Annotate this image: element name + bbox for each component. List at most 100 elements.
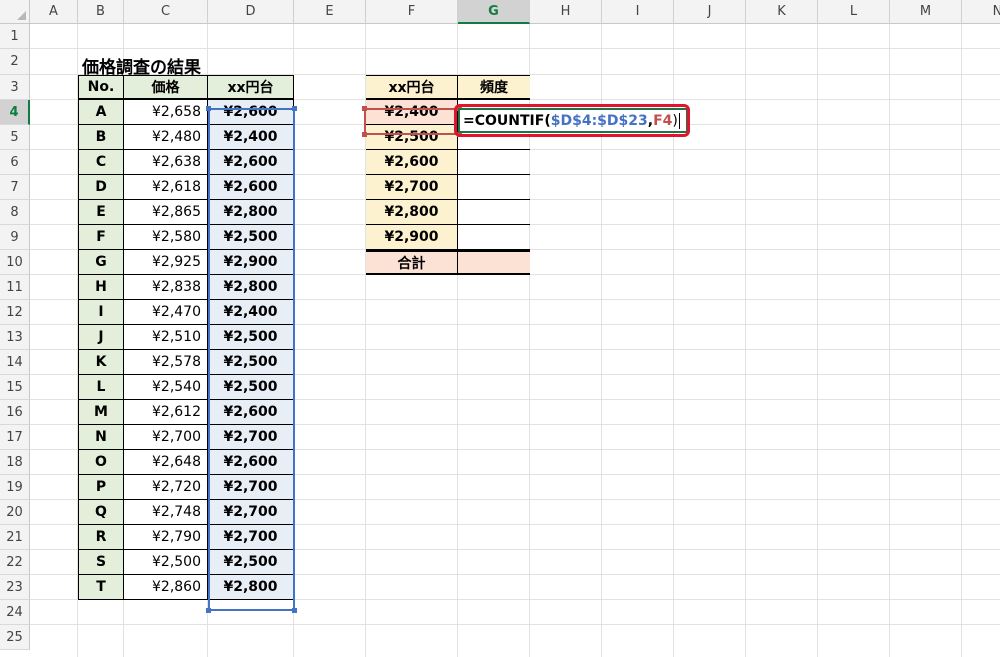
main-table-band-cell[interactable]: ¥2,500 (208, 225, 294, 250)
main-table-band-cell[interactable]: ¥2,700 (208, 475, 294, 500)
main-table-no-cell[interactable]: S (78, 550, 124, 575)
freq-table-band-cell[interactable]: ¥2,600 (366, 150, 458, 175)
main-table-price-cell[interactable]: ¥2,470 (124, 300, 208, 325)
main-table-band-cell[interactable]: ¥2,500 (208, 375, 294, 400)
row-header-17[interactable]: 17 (0, 425, 30, 450)
row-header-1[interactable]: 1 (0, 24, 30, 49)
main-table-no-cell[interactable]: L (78, 375, 124, 400)
main-table-band-cell[interactable]: ¥2,600 (208, 400, 294, 425)
freq-table-band-cell[interactable]: ¥2,500 (366, 125, 458, 150)
row-header-19[interactable]: 19 (0, 475, 30, 500)
row-header-13[interactable]: 13 (0, 325, 30, 350)
freq-table-freq-cell[interactable] (458, 175, 530, 200)
main-table-price-cell[interactable]: ¥2,480 (124, 125, 208, 150)
range-handle-topleft[interactable] (206, 106, 211, 111)
main-table-price-cell[interactable]: ¥2,580 (124, 225, 208, 250)
main-table-band-cell[interactable]: ¥2,900 (208, 250, 294, 275)
main-table-price-cell[interactable]: ¥2,658 (124, 100, 208, 125)
main-table-no-cell[interactable]: M (78, 400, 124, 425)
row-header-15[interactable]: 15 (0, 375, 30, 400)
row-header-21[interactable]: 21 (0, 525, 30, 550)
row-header-5[interactable]: 5 (0, 125, 30, 150)
main-table-no-cell[interactable]: O (78, 450, 124, 475)
row-header-22[interactable]: 22 (0, 550, 30, 575)
freq-table-freq-cell[interactable] (458, 150, 530, 175)
row-header-7[interactable]: 7 (0, 175, 30, 200)
main-table-no-cell[interactable]: J (78, 325, 124, 350)
column-header-m[interactable]: M (890, 0, 962, 24)
main-table-band-cell[interactable]: ¥2,500 (208, 550, 294, 575)
column-header-f[interactable]: F (366, 0, 458, 24)
main-table-no-cell[interactable]: H (78, 275, 124, 300)
row-header-25[interactable]: 25 (0, 625, 30, 650)
main-table-band-cell[interactable]: ¥2,500 (208, 350, 294, 375)
main-table-no-cell[interactable]: I (78, 300, 124, 325)
in-cell-formula-editor[interactable]: =COUNTIF($D$4:$D$23, F4) (458, 108, 688, 133)
main-table-no-cell[interactable]: A (78, 100, 124, 125)
main-table-price-cell[interactable]: ¥2,838 (124, 275, 208, 300)
main-table-band-cell[interactable]: ¥2,400 (208, 300, 294, 325)
column-header-n[interactable]: N (962, 0, 1000, 24)
main-table-band-cell[interactable]: ¥2,600 (208, 450, 294, 475)
main-table-price-cell[interactable]: ¥2,500 (124, 550, 208, 575)
column-header-d[interactable]: D (208, 0, 294, 24)
row-header-10[interactable]: 10 (0, 250, 30, 275)
freq-table-total-label[interactable]: 合計 (366, 250, 458, 275)
main-table-price-cell[interactable]: ¥2,865 (124, 200, 208, 225)
freq-table-freq-cell[interactable] (458, 200, 530, 225)
range-handle-bottomleft[interactable] (206, 608, 211, 613)
main-table-band-cell[interactable]: ¥2,500 (208, 325, 294, 350)
row-header-8[interactable]: 8 (0, 200, 30, 225)
main-table-no-cell[interactable]: E (78, 200, 124, 225)
column-header-g[interactable]: G (458, 0, 530, 24)
row-header-23[interactable]: 23 (0, 575, 30, 600)
main-table-band-cell[interactable]: ¥2,400 (208, 125, 294, 150)
row-header-9[interactable]: 9 (0, 225, 30, 250)
main-table-no-cell[interactable]: T (78, 575, 124, 600)
main-table-no-cell[interactable]: C (78, 150, 124, 175)
freq-table-freq-cell[interactable] (458, 225, 530, 250)
freq-table-band-header[interactable]: xx円台 (366, 75, 458, 100)
freq-table-band-cell[interactable]: ¥2,400 (366, 100, 458, 125)
range-handle-bottomright[interactable] (292, 608, 297, 613)
main-table-no-cell[interactable]: G (78, 250, 124, 275)
freq-table-total-value[interactable] (458, 250, 530, 275)
freq-table-freq-header[interactable]: 頻度 (458, 75, 530, 100)
column-header-l[interactable]: L (818, 0, 890, 24)
main-table-no-cell[interactable]: P (78, 475, 124, 500)
main-table-band-cell[interactable]: ¥2,600 (208, 100, 294, 125)
row-header-4[interactable]: 4 (0, 100, 30, 125)
main-table-band-cell[interactable]: ¥2,600 (208, 175, 294, 200)
range-handle-topright[interactable] (292, 106, 297, 111)
column-header-k[interactable]: K (746, 0, 818, 24)
main-table-price-cell[interactable]: ¥2,510 (124, 325, 208, 350)
main-table-price-cell[interactable]: ¥2,612 (124, 400, 208, 425)
main-table-price-cell[interactable]: ¥2,700 (124, 425, 208, 450)
main-table-no-cell[interactable]: D (78, 175, 124, 200)
row-header-18[interactable]: 18 (0, 450, 30, 475)
row-header-6[interactable]: 6 (0, 150, 30, 175)
main-table-price-cell[interactable]: ¥2,540 (124, 375, 208, 400)
ref-handle-bottomleft[interactable] (362, 132, 367, 137)
spreadsheet[interactable]: ABCDEFGHIJKLMN 1 2 3 4 5 6 7 8 9 10 11 12 13 14 15 16 17… (0, 0, 1000, 657)
column-header-c[interactable]: C (124, 0, 208, 24)
main-table-no-cell[interactable]: R (78, 525, 124, 550)
main-table-price-cell[interactable]: ¥2,790 (124, 525, 208, 550)
main-table-band-cell[interactable]: ¥2,700 (208, 525, 294, 550)
main-table-band-cell[interactable]: ¥2,600 (208, 150, 294, 175)
row-header-20[interactable]: 20 (0, 500, 30, 525)
ref-handle-topleft[interactable] (362, 106, 367, 111)
main-table-no-cell[interactable]: F (78, 225, 124, 250)
freq-table-band-cell[interactable]: ¥2,800 (366, 200, 458, 225)
column-header-i[interactable]: I (602, 0, 674, 24)
row-header-11[interactable]: 11 (0, 275, 30, 300)
freq-table-band-cell[interactable]: ¥2,900 (366, 225, 458, 250)
column-header-a[interactable]: A (30, 0, 78, 24)
freq-table-band-cell[interactable]: ¥2,700 (366, 175, 458, 200)
row-header-2[interactable]: 2 (0, 49, 30, 75)
main-table-band-cell[interactable]: ¥2,800 (208, 575, 294, 600)
column-header-b[interactable]: B (78, 0, 124, 24)
row-header-16[interactable]: 16 (0, 400, 30, 425)
main-table-price-cell[interactable]: ¥2,720 (124, 475, 208, 500)
row-header-24[interactable]: 24 (0, 600, 30, 625)
